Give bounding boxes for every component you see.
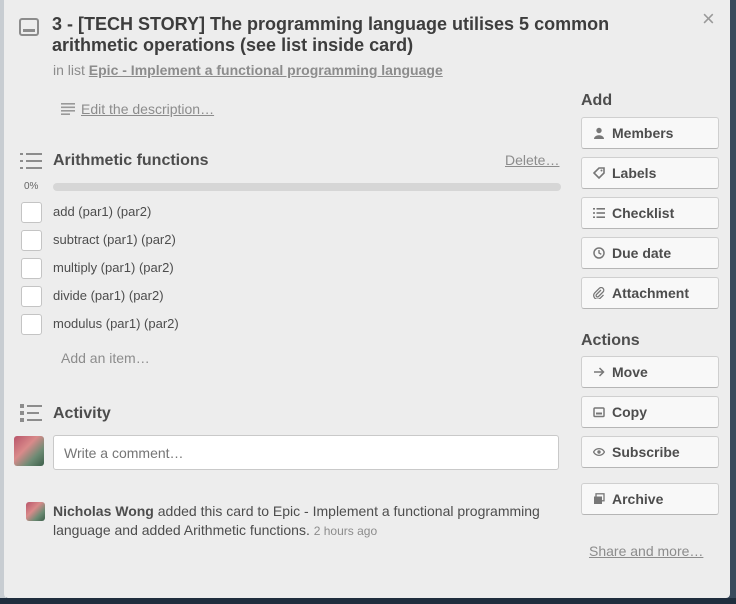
list-link[interactable]: Epic - Implement a functional programmin…	[89, 62, 443, 78]
activity-avatar[interactable]	[26, 502, 45, 521]
description-icon	[61, 103, 75, 115]
labels-button[interactable]: Labels	[581, 157, 719, 189]
subscribe-button[interactable]: Subscribe	[581, 436, 719, 468]
paperclip-icon	[592, 286, 606, 300]
copy-button-label: Copy	[612, 404, 647, 420]
eye-icon	[592, 445, 606, 459]
share-and-more-link[interactable]: Share and more…	[589, 543, 703, 559]
checklist-button-label: Checklist	[612, 205, 675, 221]
avatar[interactable]	[14, 436, 44, 466]
checklist-item-checkbox[interactable]	[21, 286, 42, 307]
clock-icon	[592, 246, 606, 260]
card-icon	[19, 18, 39, 36]
activity-timestamp[interactable]: 2 hours ago	[314, 524, 377, 538]
labels-button-label: Labels	[612, 165, 657, 181]
copy-icon	[592, 405, 606, 419]
checklist-item-checkbox[interactable]	[21, 230, 42, 251]
attachment-button[interactable]: Attachment	[581, 277, 719, 309]
checklist-item-label[interactable]: add (par1) (par2)	[53, 204, 151, 219]
members-button-label: Members	[612, 125, 674, 141]
tag-icon	[592, 166, 606, 180]
due-date-button-label: Due date	[612, 245, 672, 261]
checklist-item-label[interactable]: subtract (par1) (par2)	[53, 232, 176, 247]
actions-heading: Actions	[581, 332, 640, 349]
members-button[interactable]: Members	[581, 117, 719, 149]
checklist-progress-percent: 0%	[24, 181, 39, 192]
move-button[interactable]: Move	[581, 356, 719, 388]
card-detail-modal: 3 - [TECH STORY] The programming languag…	[4, 0, 730, 598]
card-list-info: in list Epic - Implement a functional pr…	[53, 62, 443, 78]
subscribe-button-label: Subscribe	[612, 444, 680, 460]
copy-button[interactable]: Copy	[581, 396, 719, 428]
delete-checklist-link[interactable]: Delete…	[505, 152, 559, 168]
archive-button-label: Archive	[612, 491, 664, 507]
edit-description-link[interactable]: Edit the description…	[81, 101, 214, 117]
checklist-title[interactable]: Arithmetic functions	[53, 152, 209, 170]
checklist-item-label[interactable]: divide (par1) (par2)	[53, 288, 164, 303]
checklist-item-checkbox[interactable]	[21, 202, 42, 223]
comment-input[interactable]	[53, 435, 559, 470]
activity-icon	[20, 404, 42, 422]
activity-entry: Nicholas Wong added this card to Epic - …	[53, 502, 563, 541]
activity-user[interactable]: Nicholas Wong	[53, 503, 154, 519]
move-button-label: Move	[612, 364, 648, 380]
person-icon	[592, 126, 606, 140]
checklist-progress-bar	[53, 183, 561, 191]
checklist-item-label[interactable]: multiply (par1) (par2)	[53, 260, 174, 275]
attachment-button-label: Attachment	[612, 285, 690, 301]
checklist-icon	[20, 153, 42, 169]
in-list-prefix: in list	[53, 62, 85, 78]
close-icon[interactable]: ×	[702, 6, 715, 32]
add-heading: Add	[581, 92, 613, 109]
arrow-right-icon	[592, 365, 606, 379]
board-background-bottom	[0, 598, 736, 604]
add-checklist-item-button[interactable]: Add an item…	[61, 350, 150, 366]
due-date-button[interactable]: Due date	[581, 237, 719, 269]
checklist-item-label[interactable]: modulus (par1) (par2)	[53, 316, 179, 331]
card-title[interactable]: 3 - [TECH STORY] The programming languag…	[52, 14, 672, 56]
archive-button[interactable]: Archive	[581, 483, 719, 515]
activity-title: Activity	[53, 405, 111, 422]
checklist-item-checkbox[interactable]	[21, 258, 42, 279]
checklist-item-checkbox[interactable]	[21, 314, 42, 335]
checklist-icon	[592, 206, 606, 220]
checklist-button[interactable]: Checklist	[581, 197, 719, 229]
archive-icon	[592, 492, 606, 506]
